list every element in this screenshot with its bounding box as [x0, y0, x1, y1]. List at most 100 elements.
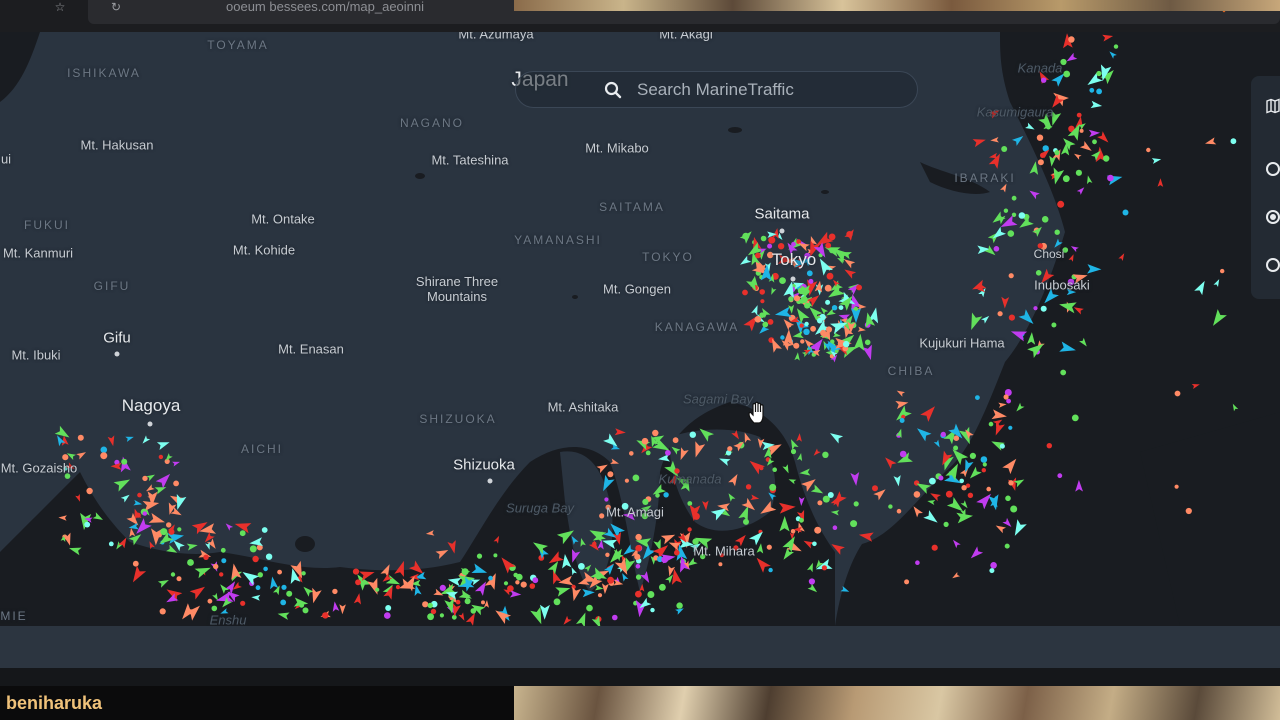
vessel-marker[interactable] [156, 442, 170, 450]
vessel-marker[interactable] [605, 552, 610, 557]
vessel-marker[interactable] [160, 528, 168, 536]
vessel-marker[interactable] [961, 485, 967, 491]
vessel-marker[interactable] [322, 612, 329, 619]
vessel-marker[interactable] [844, 269, 857, 279]
vessel-marker[interactable] [1018, 212, 1026, 219]
vessel-marker[interactable] [794, 352, 800, 361]
vessel-marker[interactable] [938, 475, 944, 481]
vessel-marker[interactable] [187, 559, 194, 566]
vessel-marker[interactable] [612, 614, 618, 621]
vessel-marker[interactable] [1041, 216, 1049, 223]
vessel-marker[interactable] [661, 556, 669, 563]
vessel-marker[interactable] [967, 492, 974, 498]
vessel-marker[interactable] [830, 433, 844, 444]
vessel-marker[interactable] [808, 278, 814, 284]
vessel-marker[interactable] [768, 236, 776, 244]
vessel-marker[interactable] [727, 446, 733, 452]
vessel-marker[interactable] [220, 547, 226, 553]
vessel-marker[interactable] [1174, 484, 1179, 489]
vessel-marker[interactable] [332, 588, 338, 595]
vessel-marker[interactable] [603, 433, 618, 447]
search-icon[interactable] [604, 81, 622, 99]
vessel-marker[interactable] [1107, 174, 1114, 182]
vessel-marker[interactable] [635, 545, 642, 552]
vessel-marker[interactable] [425, 530, 435, 536]
vessel-marker[interactable] [672, 437, 679, 444]
vessel-marker[interactable] [632, 474, 640, 482]
vessel-marker[interactable] [299, 602, 305, 608]
vessel-marker[interactable] [86, 487, 93, 495]
vessel-marker[interactable] [263, 566, 268, 572]
vessel-marker[interactable] [793, 342, 800, 349]
vessel-marker[interactable] [769, 483, 777, 491]
vessel-marker[interactable] [221, 558, 227, 564]
vessel-marker[interactable] [249, 545, 257, 553]
vessel-marker[interactable] [790, 448, 797, 455]
vessel-marker[interactable] [1092, 139, 1097, 145]
vessel-marker[interactable] [155, 473, 171, 489]
vessel-marker[interactable] [853, 501, 859, 507]
vessel-marker[interactable] [788, 296, 794, 302]
vessel-marker[interactable] [137, 492, 142, 498]
vessel-marker[interactable] [1046, 443, 1053, 449]
vessel-marker[interactable] [813, 448, 821, 456]
vessel-marker[interactable] [239, 530, 246, 537]
vessel-marker[interactable] [820, 307, 829, 315]
vessel-marker[interactable] [1054, 150, 1060, 156]
vessel-marker[interactable] [249, 537, 263, 546]
vessel-marker[interactable] [799, 517, 804, 523]
vessel-marker[interactable] [439, 613, 444, 618]
vessel-marker[interactable] [146, 484, 155, 492]
vessel-marker[interactable] [817, 317, 823, 324]
vessel-marker[interactable] [207, 598, 213, 604]
vessel-marker[interactable] [427, 602, 433, 609]
vessel-marker[interactable] [899, 418, 905, 423]
vessel-marker[interactable] [645, 450, 651, 456]
vessel-marker[interactable] [1008, 314, 1016, 321]
vessel-marker[interactable] [665, 449, 671, 456]
vessel-marker[interactable] [252, 555, 259, 563]
vessel-marker[interactable] [760, 235, 767, 242]
vessel-marker[interactable] [692, 512, 700, 520]
vessel-marker[interactable] [1008, 425, 1013, 430]
vessel-marker[interactable] [166, 522, 172, 528]
vessel-marker[interactable] [1012, 136, 1024, 146]
vessel-marker[interactable] [1220, 268, 1225, 274]
vessel-marker[interactable] [992, 226, 1006, 239]
vessel-marker[interactable] [920, 406, 935, 422]
vessel-marker[interactable] [652, 429, 659, 437]
vessel-marker[interactable] [395, 585, 401, 590]
vessel-marker[interactable] [177, 527, 182, 532]
vessel-marker[interactable] [689, 431, 696, 438]
vessel-marker[interactable] [257, 572, 263, 578]
vessel-marker[interactable] [804, 321, 809, 327]
vessel-marker[interactable] [1230, 138, 1237, 145]
vessel-marker[interactable] [240, 600, 246, 606]
vessel-marker[interactable] [904, 579, 910, 585]
vessel-marker[interactable] [578, 563, 585, 570]
vessel-marker[interactable] [945, 490, 953, 498]
vessel-marker[interactable] [1037, 159, 1044, 166]
refresh-icon[interactable]: ↻ [108, 0, 124, 14]
vessel-marker[interactable] [774, 306, 792, 317]
vessel-marker[interactable] [186, 543, 198, 551]
vessel-marker[interactable] [822, 451, 829, 458]
vessel-marker[interactable] [255, 585, 261, 591]
vessel-marker[interactable] [516, 573, 523, 581]
vessel-marker[interactable] [791, 439, 799, 450]
vessel-marker[interactable] [461, 568, 469, 576]
vessel-marker[interactable] [100, 452, 108, 460]
vessel-marker[interactable] [515, 580, 520, 585]
vessel-marker[interactable] [129, 527, 136, 537]
vessel-marker[interactable] [1060, 369, 1067, 376]
vessel-marker[interactable] [604, 497, 609, 502]
vessel-marker[interactable] [108, 541, 114, 547]
vessel-marker[interactable] [988, 421, 994, 427]
vessel-marker[interactable] [990, 562, 997, 569]
vessel-marker[interactable] [219, 572, 224, 577]
vessel-marker[interactable] [1008, 480, 1014, 486]
vessel-marker[interactable] [159, 608, 166, 615]
vessel-marker[interactable] [780, 335, 785, 340]
vessel-marker[interactable] [173, 480, 180, 487]
vessel-marker[interactable] [740, 255, 752, 265]
